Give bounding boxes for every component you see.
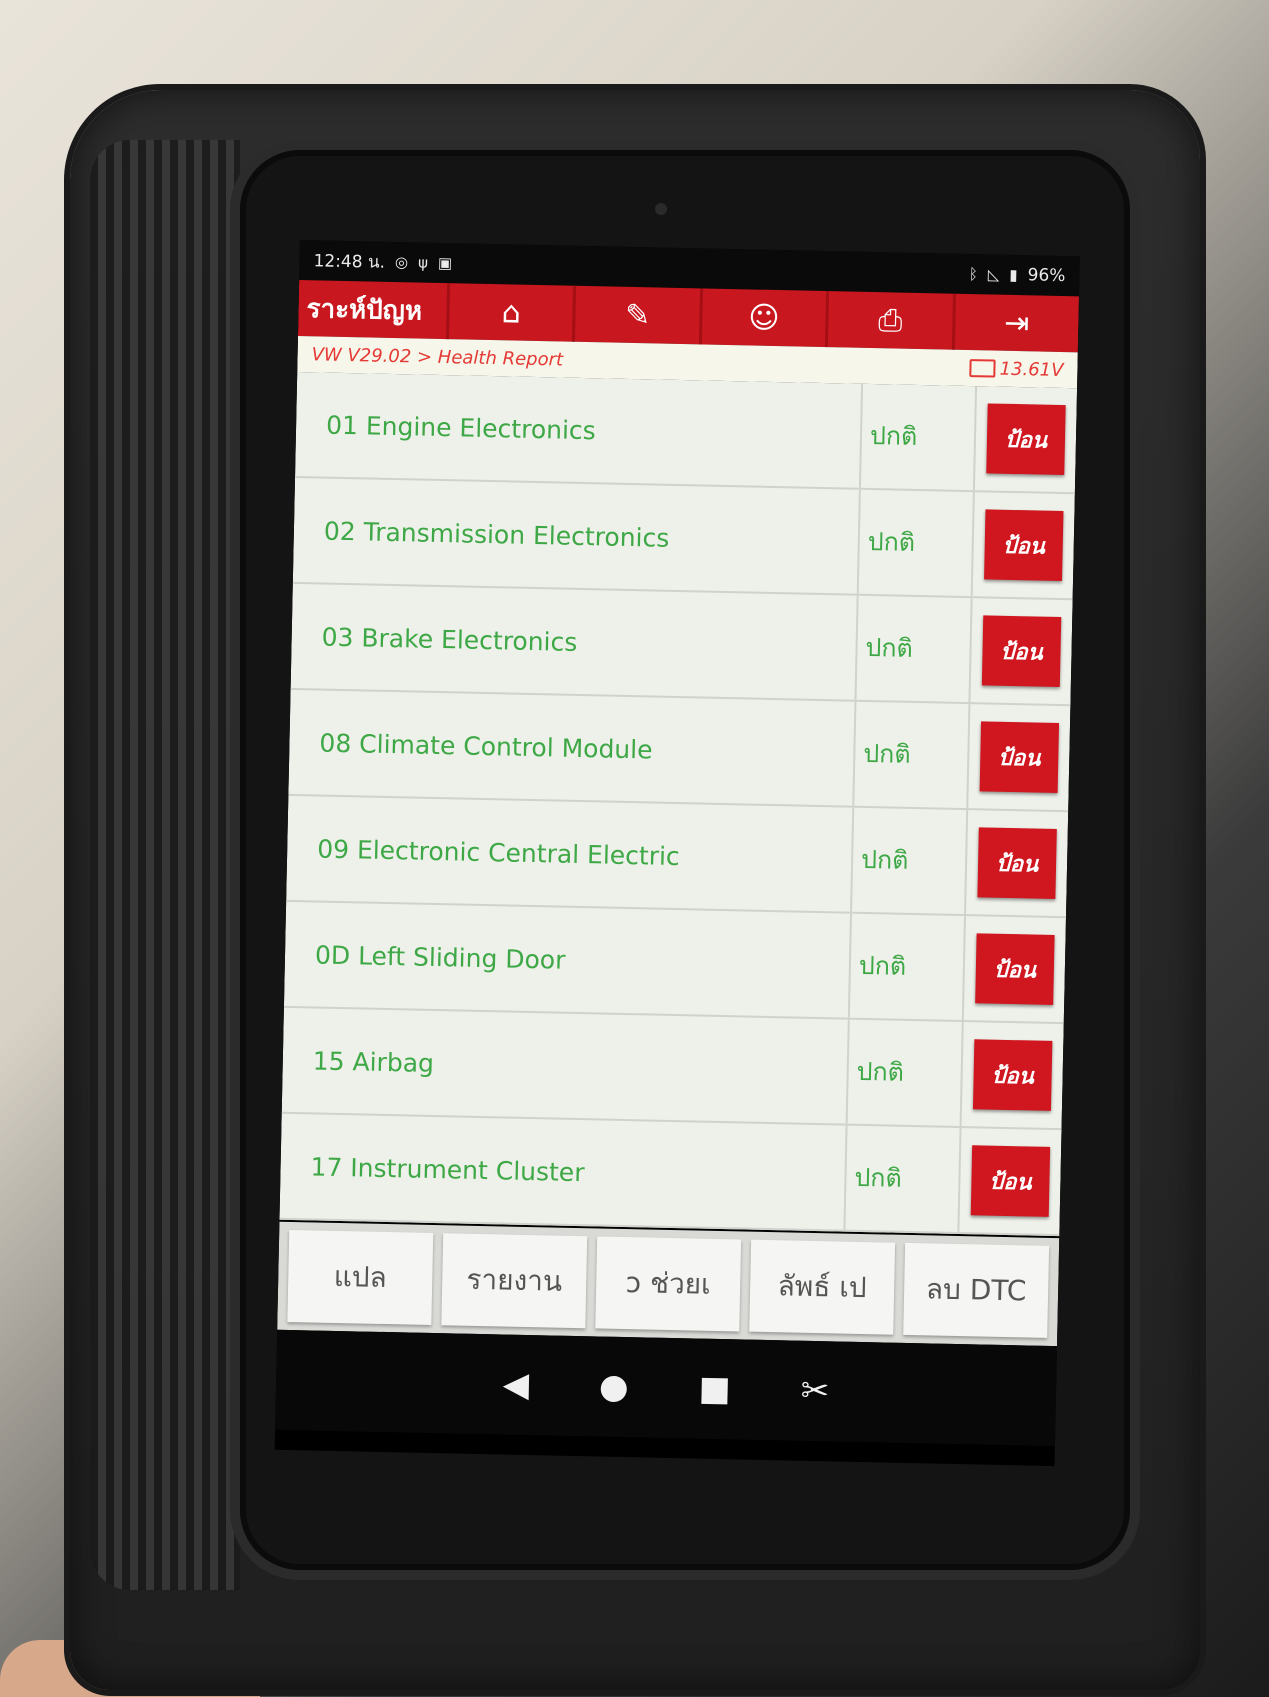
report-button[interactable]: รายงาน [441,1233,588,1329]
android-nav-bar: ◀ ● ■ ✂ [275,1329,1058,1447]
battery-icon: ▮ [1009,265,1018,285]
status-time: 12:48 น. [313,250,386,273]
system-name: 09 Electronic Central Electric [286,795,855,912]
image-icon: ▣ [437,253,453,273]
system-name: 02 Transmission Electronics [292,477,861,594]
photo-scene: 12:48 น. ◎ ψ ▣ ᛒ ◺ ▮ 96% ราะห์ปัญห ⌂ ✎ ☺… [0,0,1269,1697]
result-button[interactable]: ลัพธ์ เป [749,1239,896,1335]
table-row: 02 Transmission Electronics ปกติ ป้อน [292,477,1075,601]
table-row: 09 Electronic Central Electric ปกติ ป้อน [286,795,1069,919]
enter-button[interactable]: ป้อน [981,615,1062,688]
system-name: 17 Instrument Cluster [279,1113,848,1230]
system-name: 03 Brake Electronics [290,583,859,700]
home-button[interactable]: ⌂ [445,283,574,342]
table-row: 0D Left Sliding Door ปกติ ป้อน [283,901,1066,1025]
voltage-value: 13.61V [999,358,1064,381]
table-row: 01 Engine Electronics ปกติ ป้อน [295,371,1078,495]
system-list: 01 Engine Electronics ปกติ ป้อน 02 Trans… [279,371,1078,1237]
system-status: ปกติ [858,489,975,597]
usb-icon: ψ [417,253,429,272]
system-status: ปกติ [856,595,973,703]
screen: 12:48 น. ◎ ψ ▣ ᛒ ◺ ▮ 96% ราะห์ปัญห ⌂ ✎ ☺… [274,240,1080,1467]
recents-icon[interactable]: ■ [698,1369,731,1410]
home-icon: ⌂ [501,294,522,331]
table-row: 17 Instrument Cluster ปกติ ป้อน [279,1113,1062,1237]
enter-button[interactable]: ป้อน [975,933,1055,1005]
print-button[interactable]: ⎙ [825,291,953,350]
bottom-action-bar: แปล รายงาน ɔ ช่วยเ ลัพธ์ เป ลบ DTC [277,1221,1060,1347]
breadcrumb: VW V29.02 > Health Report [311,343,564,371]
system-name: 08 Climate Control Module [288,689,857,806]
signal-icon: ◺ [987,265,1000,284]
app-notification-icon: ◎ [394,252,409,272]
screenshot-icon[interactable]: ✂ [800,1371,829,1412]
enter-button[interactable]: ป้อน [970,1145,1051,1217]
system-status: ปกติ [854,701,971,809]
enter-button[interactable]: ป้อน [972,1039,1053,1111]
system-name: 15 Airbag [281,1007,850,1124]
back-icon[interactable]: ◀ [502,1365,529,1406]
exit-icon: ⇥ [1003,305,1030,341]
user-button[interactable]: ☺ [698,288,827,348]
device-grip [90,140,240,1590]
system-name: 01 Engine Electronics [295,371,864,488]
translate-button[interactable]: แปล [287,1229,434,1325]
front-camera [655,203,667,215]
enter-button[interactable]: ป้อน [984,509,1064,582]
voltage-readout: 13.61V [969,358,1064,381]
battery-percent: 96% [1027,265,1066,287]
app-title: ราะห์ปัญห [306,293,423,327]
table-row: 15 Airbag ปกติ ป้อน [281,1007,1064,1131]
print-icon: ⎙ [878,302,903,339]
system-status: ปกติ [860,383,978,491]
exit-button[interactable]: ⇥ [951,293,1080,353]
edit-button[interactable]: ✎ [572,285,700,345]
system-status: ปกติ [847,1019,964,1127]
bluetooth-icon: ᛒ [968,265,979,284]
system-name: 0D Left Sliding Door [283,901,853,1018]
system-status: ปกติ [852,807,969,915]
car-battery-icon [969,359,996,378]
clear-dtc-button[interactable]: ลบ DTC [903,1242,1050,1338]
user-icon: ☺ [747,299,780,336]
table-row: 03 Brake Electronics ปกติ ป้อน [290,583,1073,707]
system-status: ปกติ [849,913,966,1021]
enter-button[interactable]: ป้อน [986,403,1066,476]
edit-icon: ✎ [624,297,651,333]
enter-button[interactable]: ป้อน [977,827,1057,899]
help-button[interactable]: ɔ ช่วยเ [595,1236,742,1332]
home-circle-icon[interactable]: ● [599,1367,630,1408]
enter-button[interactable]: ป้อน [979,721,1060,793]
system-status: ปกติ [845,1125,962,1233]
table-row: 08 Climate Control Module ปกติ ป้อน [288,689,1071,813]
